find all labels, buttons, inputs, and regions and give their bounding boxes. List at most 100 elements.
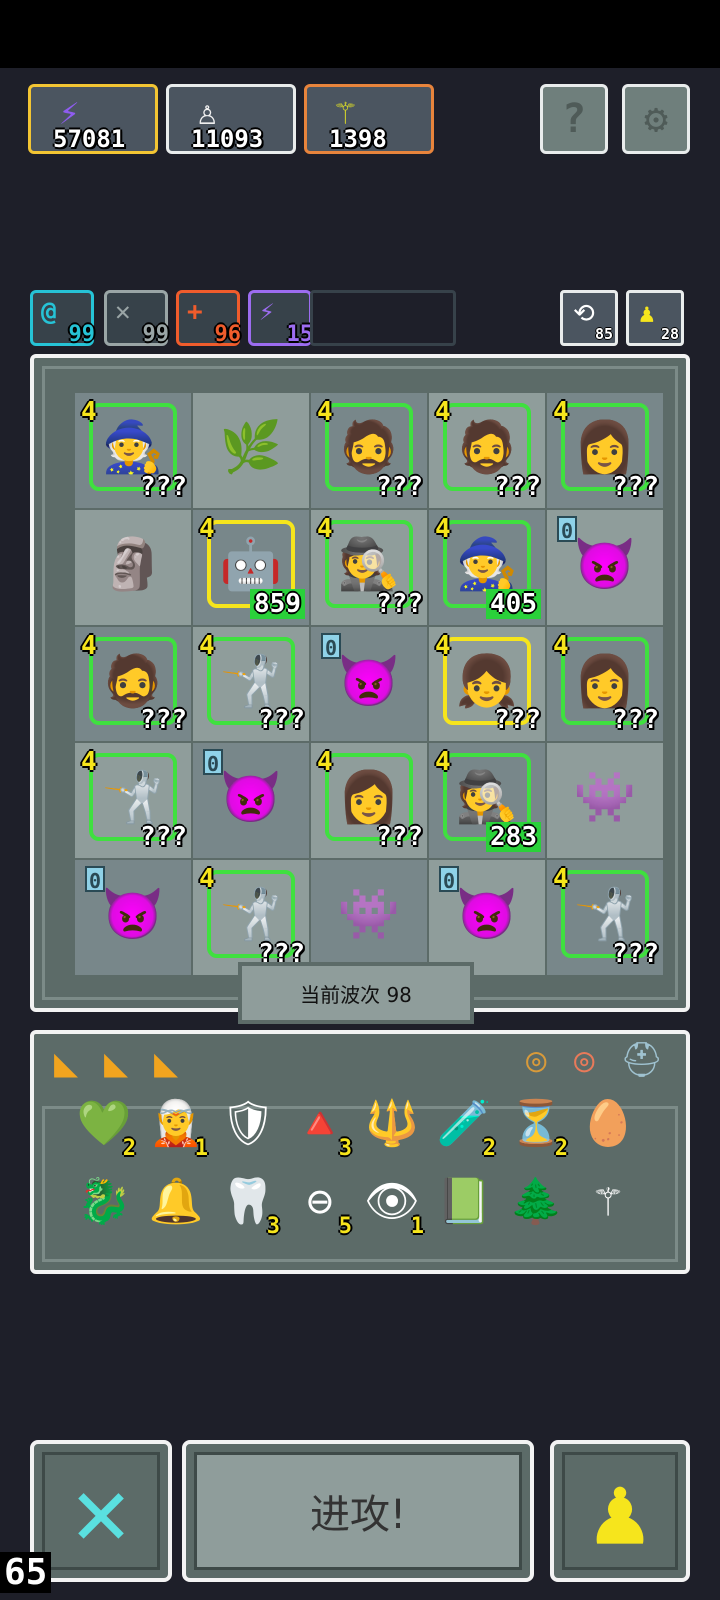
- grid-cell[interactable]: 👾: [546, 742, 664, 860]
- refresh-icon: ⟲: [573, 299, 595, 329]
- staff-value: 1398: [329, 125, 387, 153]
- crown-item[interactable]: 🔱: [362, 1094, 422, 1154]
- unit-damage-label: ???: [376, 588, 423, 619]
- unit-level-badge: 0: [557, 515, 577, 543]
- grid-cell[interactable]: 👿 0: [74, 859, 192, 976]
- grid-cell[interactable]: 🕵 4???: [310, 508, 428, 626]
- grid-cell[interactable]: 🗿: [74, 508, 192, 626]
- grid-cell[interactable]: 🕵 4 283: [428, 742, 546, 860]
- summon-button[interactable]: ♟: [550, 1440, 690, 1582]
- unit-damage-label: ???: [494, 471, 541, 502]
- crown-icon: 🔱: [364, 1098, 420, 1149]
- at-icon: @: [41, 297, 57, 327]
- inventory-tab-2[interactable]: ◣: [104, 1040, 152, 1090]
- stat-attack-value: 99: [142, 322, 170, 347]
- figure-item[interactable]: 🧝 1: [146, 1094, 208, 1160]
- settings-button[interactable]: ⚙: [622, 84, 690, 154]
- pawn-counter[interactable]: ♟ 28: [626, 290, 684, 346]
- grid-cell[interactable]: 👩 4???: [546, 625, 664, 743]
- item-count: 2: [482, 1136, 496, 1161]
- grid-cell[interactable]: 👿 0: [310, 625, 428, 743]
- unit-damage-label: 283: [486, 822, 541, 853]
- unit-sprite[interactable]: 🗿: [89, 520, 177, 608]
- plant-icon: 🌲: [508, 1176, 564, 1227]
- pawn-count: 28: [660, 325, 679, 343]
- egg-item[interactable]: 🥚: [578, 1094, 638, 1154]
- egg-icon: 🥚: [580, 1098, 636, 1149]
- grid-cell[interactable]: 👩 4???: [310, 742, 428, 860]
- book-item[interactable]: 📗: [434, 1172, 494, 1232]
- unit-star-level: 4: [199, 864, 215, 895]
- unit-star-level: 4: [553, 864, 569, 895]
- bell-item[interactable]: 🔔: [146, 1172, 206, 1232]
- unit-damage-label: ???: [612, 938, 659, 969]
- grid-cell[interactable]: 🧔 4???: [428, 392, 546, 509]
- unit-damage-label: ???: [612, 471, 659, 502]
- grid-cell[interactable]: 👧 4???: [428, 625, 546, 743]
- grid-cell[interactable]: 🧔 4???: [310, 392, 428, 509]
- grid-cell[interactable]: 🧙 4 405: [428, 508, 546, 626]
- grid-cell[interactable]: 👿 0: [546, 508, 664, 626]
- staff-item[interactable]: ⚚: [578, 1172, 638, 1232]
- unit-sprite[interactable]: 👾: [561, 753, 649, 841]
- help-button[interactable]: ?: [540, 84, 608, 154]
- unit-sprite[interactable]: 🌿: [207, 403, 295, 491]
- unit-level-badge: 0: [203, 749, 223, 776]
- inventory-tab-1[interactable]: ◣: [54, 1040, 102, 1090]
- crystal-item[interactable]: 🔺 3: [290, 1094, 352, 1160]
- gem-item[interactable]: 💚 2: [74, 1094, 136, 1160]
- fps-counter: 65: [0, 1552, 52, 1593]
- grid-cell[interactable]: 🧔 4???: [74, 625, 192, 743]
- attack-button[interactable]: 进攻!: [182, 1440, 534, 1582]
- bell-icon: 🔔: [148, 1176, 204, 1227]
- helmet-slot[interactable]: ⛑: [620, 1040, 664, 1084]
- unit-star-level: 4: [553, 397, 569, 427]
- unit-level-badge: 0: [321, 632, 341, 660]
- status-bar: [0, 0, 720, 68]
- shield-icon: 🛡: [220, 1098, 276, 1149]
- eye-item[interactable]: 👁 1: [362, 1172, 424, 1238]
- stat-range: @ 99: [30, 290, 95, 347]
- grid-cell[interactable]: 🤺 4???: [192, 625, 310, 743]
- unit-sprite[interactable]: 👾: [325, 870, 413, 958]
- dragon-item[interactable]: 🐉: [74, 1172, 134, 1232]
- grid-cell[interactable]: 👿 0: [192, 742, 310, 860]
- orbit-item[interactable]: ⊖ 5: [290, 1172, 352, 1238]
- staff-currency: ⚚ 1398: [304, 84, 434, 154]
- pawn-currency: ♙ 11093: [166, 84, 296, 154]
- stat-heal-value: 96: [214, 322, 242, 347]
- unit-star-level: 4: [81, 747, 97, 778]
- grid-cell[interactable]: 🤺 4???: [192, 859, 310, 976]
- unit-damage-label: ???: [140, 471, 187, 502]
- grid-cell[interactable]: 👩 4???: [546, 392, 664, 509]
- stat-speed: ⚡ 15: [248, 290, 313, 347]
- item-count: 3: [266, 1214, 280, 1239]
- tooth-item[interactable]: 🦷 3: [218, 1172, 280, 1238]
- pawn-value: 11093: [191, 125, 264, 153]
- shield-item[interactable]: 🛡: [218, 1094, 278, 1154]
- item-count: 5: [338, 1214, 352, 1239]
- unit-damage-label: ???: [258, 705, 305, 736]
- unit-star-level: 4: [81, 630, 97, 661]
- hourglass-item[interactable]: ⏳ 2: [506, 1094, 568, 1160]
- attack-label: 进攻!: [309, 1492, 407, 1538]
- refresh-counter[interactable]: ⟲ 85: [560, 290, 618, 346]
- unit-damage-label: ???: [376, 471, 423, 502]
- inventory-tab-3[interactable]: ◣: [154, 1040, 202, 1090]
- ring-slot-2[interactable]: ◎: [574, 1040, 618, 1084]
- ring-slot-1[interactable]: ◎: [526, 1040, 570, 1084]
- unit-level-badge: 0: [85, 866, 105, 893]
- plant-item[interactable]: 🌲: [506, 1172, 566, 1232]
- grid-cell[interactable]: 👾: [310, 859, 428, 976]
- grid-cell[interactable]: 🤺 4???: [546, 859, 664, 976]
- potion-item[interactable]: 🧪 2: [434, 1094, 496, 1160]
- refresh-count: 85: [594, 325, 613, 343]
- unit-star-level: 4: [435, 630, 451, 661]
- item-count: 2: [122, 1136, 136, 1161]
- grid-cell[interactable]: 🤖 4 859: [192, 508, 310, 626]
- grid-cell[interactable]: 👿 0: [428, 859, 546, 976]
- unit-damage-label: 405: [486, 588, 541, 619]
- grid-cell[interactable]: 🤺 4???: [74, 742, 192, 860]
- grid-cell[interactable]: 🧙 4???: [74, 392, 192, 509]
- grid-cell[interactable]: 🌿: [192, 392, 310, 509]
